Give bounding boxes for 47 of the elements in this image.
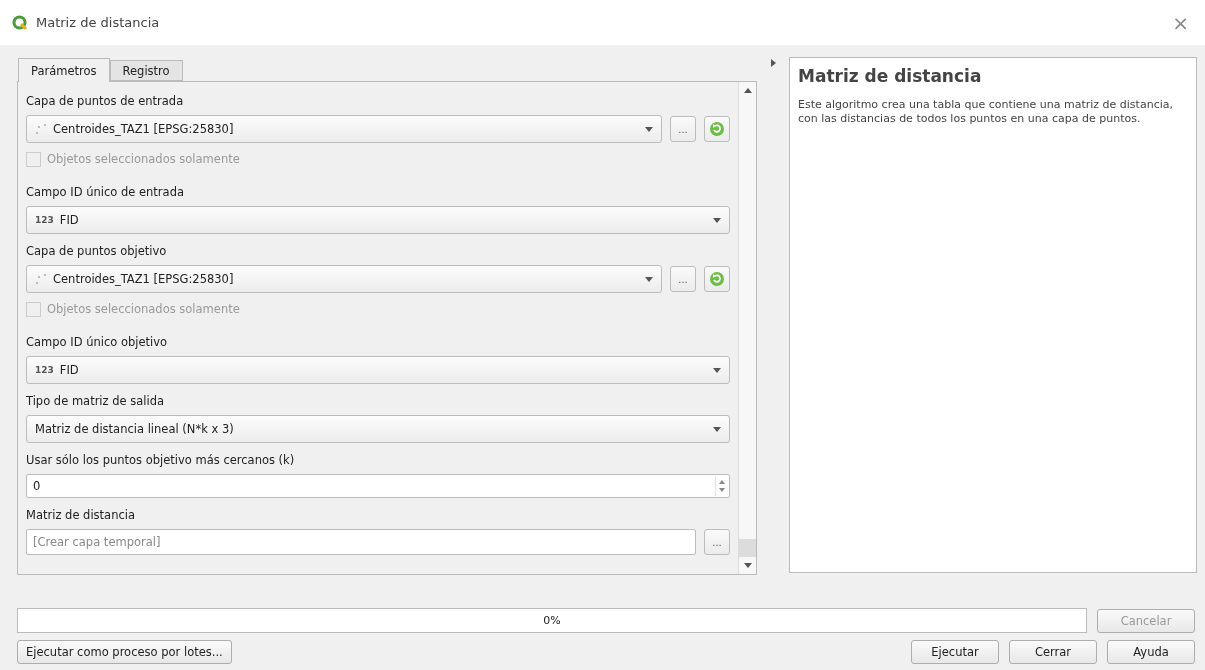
checkbox-label: Objetos seleccionados solamente bbox=[47, 152, 240, 166]
parameter-label: Campo ID único objetivo bbox=[26, 334, 169, 351]
refresh-icon bbox=[709, 121, 725, 137]
window-title: Matriz de distancia bbox=[36, 15, 161, 30]
point-layer-icon bbox=[35, 123, 47, 135]
dropdown[interactable]: Matriz de distancia lineal (N*k x 3) bbox=[26, 415, 730, 443]
scrollbar[interactable] bbox=[738, 82, 756, 574]
caret-icon bbox=[713, 367, 721, 373]
checkbox-label: Objetos seleccionados solamente bbox=[47, 302, 240, 316]
caret-icon bbox=[713, 217, 721, 223]
iterate-button[interactable] bbox=[704, 266, 730, 292]
layer-dropdown[interactable]: Centroides_TAZ1 [EPSG:25830] bbox=[26, 115, 662, 143]
caret-icon bbox=[645, 276, 653, 282]
layer-dropdown[interactable]: Centroides_TAZ1 [EPSG:25830] bbox=[26, 265, 662, 293]
tab[interactable]: Registro bbox=[109, 60, 183, 81]
scrollbar-thumb[interactable] bbox=[739, 539, 756, 557]
scroll-up-icon[interactable] bbox=[743, 88, 752, 93]
collapse-arrow-icon[interactable] bbox=[770, 59, 776, 67]
iterate-button[interactable] bbox=[704, 116, 730, 142]
help-text: Este algoritmo crea una tabla que contiene una matriz de distancia, con las distancias de todos los puntos en una capa de puntos. bbox=[798, 98, 1174, 127]
caret-icon bbox=[713, 426, 721, 432]
app-logo-icon bbox=[12, 14, 28, 31]
progress-text: 0% bbox=[543, 614, 561, 627]
dialog-button[interactable]: Ayuda bbox=[1107, 640, 1195, 664]
browse-button[interactable]: ... bbox=[704, 529, 730, 555]
output-field[interactable]: [Crear capa temporal] bbox=[26, 529, 696, 555]
number-spinbox[interactable]: 0 bbox=[26, 474, 730, 498]
field-dropdown[interactable]: 123 FID bbox=[26, 356, 730, 384]
dialog-button[interactable]: Ejecutar bbox=[911, 640, 999, 664]
help-title: Matriz de distancia bbox=[798, 66, 983, 86]
caret-icon bbox=[743, 563, 752, 568]
browse-button[interactable]: ... bbox=[670, 116, 696, 142]
parameter-label: Matriz de distancia bbox=[26, 507, 137, 524]
parameter-label: Capa de puntos de entrada bbox=[26, 93, 185, 110]
parameter-label: Campo ID único de entrada bbox=[26, 184, 185, 201]
tab[interactable]: Parámetros bbox=[18, 58, 110, 82]
parameter-label: Tipo de matriz de salida bbox=[26, 393, 166, 410]
parameter-label: Usar sólo los puntos objetivo más cercanos (k) bbox=[26, 452, 296, 469]
browse-button[interactable]: ... bbox=[670, 266, 696, 292]
field-dropdown[interactable]: 123 FID bbox=[26, 206, 730, 234]
batch-button[interactable]: Ejecutar como proceso por lotes... bbox=[17, 640, 232, 664]
caret-icon bbox=[645, 126, 653, 132]
dialog-button[interactable]: Cerrar bbox=[1009, 640, 1097, 664]
parameter-label: Capa de puntos objetivo bbox=[26, 243, 168, 260]
point-layer-icon bbox=[35, 273, 47, 285]
refresh-icon bbox=[709, 271, 725, 287]
close-button[interactable]: × bbox=[1168, 10, 1193, 35]
